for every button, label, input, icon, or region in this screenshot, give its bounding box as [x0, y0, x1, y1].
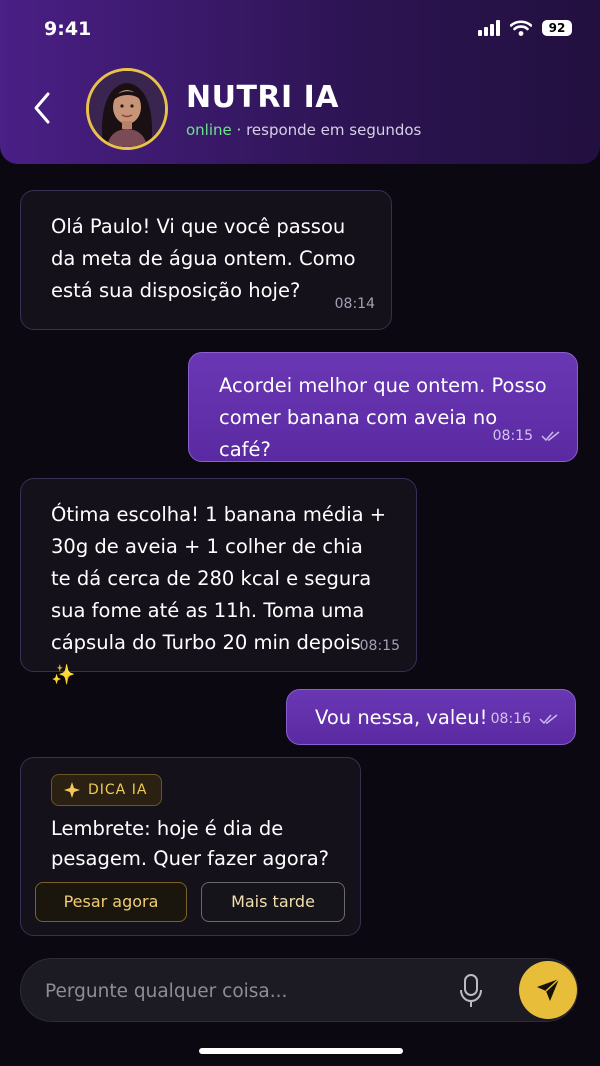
- contact-name: NUTRI IA: [186, 80, 340, 115]
- ai-message-bubble[interactable]: Olá Paulo! Vi que você passou da meta de…: [20, 190, 392, 330]
- chat-header: 9:41 92 NUTRI IA online · responde em se…: [0, 0, 600, 164]
- message-time: 08:15: [492, 428, 533, 444]
- online-indicator: online: [186, 121, 232, 139]
- message-input[interactable]: [45, 959, 445, 1023]
- message-time: 08:15: [359, 638, 400, 654]
- later-button[interactable]: Mais tarde: [201, 882, 345, 922]
- double-check-icon: [541, 431, 560, 442]
- microphone-icon[interactable]: [459, 973, 483, 1009]
- tip-text: Lembrete: hoje é dia de pesagem. Quer fa…: [51, 817, 330, 870]
- message-meta: 08:14: [335, 288, 375, 320]
- message-composer: [20, 958, 578, 1023]
- contact-status: online · responde em segundos: [186, 121, 421, 139]
- ai-message-bubble[interactable]: Ótima escolha! 1 banana média + 30g de a…: [20, 478, 417, 686]
- user-message-bubble[interactable]: Acordei melhor que ontem. Posso comer ba…: [188, 352, 578, 462]
- double-check-icon: [539, 714, 558, 725]
- wifi-icon: [510, 20, 532, 36]
- tip-badge-label: DICA IA: [88, 782, 148, 798]
- send-button[interactable]: [519, 961, 577, 1019]
- message-meta: 08:16: [491, 703, 559, 735]
- send-icon: [537, 978, 560, 1001]
- sparkle-icon: [64, 782, 80, 798]
- message-text: Olá Paulo! Vi que você passou da meta de…: [51, 215, 356, 302]
- message-text: Ótima escolha! 1 banana média + 30g de a…: [51, 503, 387, 686]
- signal-icon: [478, 20, 500, 36]
- message-meta: 08:15: [360, 630, 400, 662]
- status-icons: 92: [478, 20, 572, 36]
- battery-icon: 92: [542, 20, 572, 36]
- status-bar: 9:41 92: [0, 18, 600, 44]
- status-time: 9:41: [44, 18, 92, 40]
- ai-tip-card: DICA IA Lembrete: hoje é dia de pesagem.…: [20, 757, 361, 936]
- message-meta: 08:15: [493, 420, 561, 452]
- message-time: 08:16: [490, 711, 531, 727]
- avatar[interactable]: [86, 68, 168, 150]
- weigh-now-button[interactable]: Pesar agora: [35, 882, 187, 922]
- message-time: 08:14: [334, 296, 375, 312]
- tip-badge: DICA IA: [51, 774, 163, 806]
- status-suffix: · responde em segundos: [231, 121, 422, 139]
- back-chevron-icon[interactable]: [28, 90, 58, 126]
- user-message-bubble[interactable]: Vou nessa, valeu! 08:16: [286, 689, 576, 745]
- home-indicator: [199, 1048, 403, 1054]
